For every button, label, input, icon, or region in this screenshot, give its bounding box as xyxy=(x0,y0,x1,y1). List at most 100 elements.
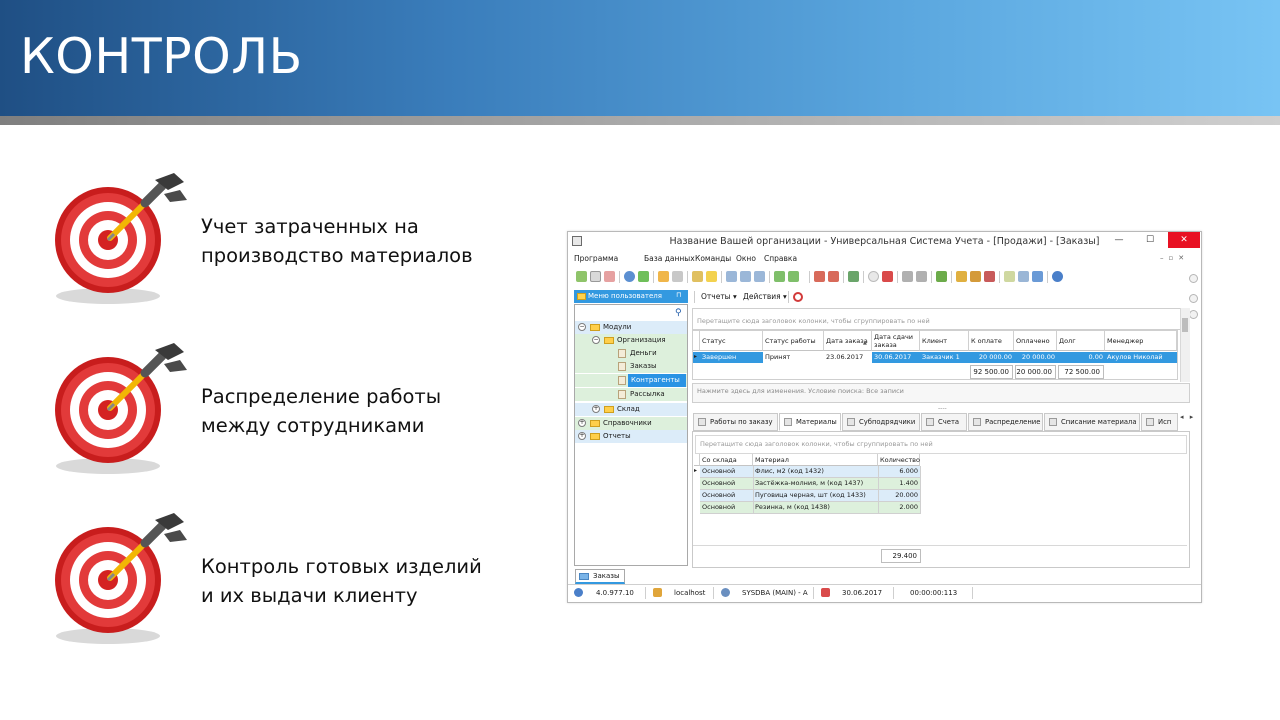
column-header[interactable]: Статус работы xyxy=(763,331,824,351)
settings-icon[interactable] xyxy=(916,271,927,282)
tree-item-money[interactable]: Деньги xyxy=(575,347,687,360)
window-icon[interactable] xyxy=(814,271,825,282)
row-indicator-icon: ▸ xyxy=(694,467,698,474)
expand-icon[interactable] xyxy=(726,271,737,282)
chart-icon[interactable] xyxy=(936,271,947,282)
title-underline xyxy=(0,116,1280,125)
calendar-red-icon[interactable] xyxy=(882,271,893,282)
list-icon[interactable] xyxy=(754,271,765,282)
new-icon[interactable] xyxy=(576,271,587,282)
presentation-slide: КОНТРОЛЬ Учет затраченных на производств… xyxy=(0,0,1280,720)
print-preview-icon[interactable] xyxy=(774,271,785,282)
tab-distribution[interactable]: Распределение xyxy=(968,413,1043,431)
tab-scroll-arrows[interactable]: ◂ ▸ xyxy=(1180,413,1195,421)
expand-icon[interactable]: + xyxy=(578,432,586,440)
maximize-button[interactable]: ☐ xyxy=(1135,232,1165,248)
refresh-icon[interactable] xyxy=(638,271,649,282)
note-icon[interactable] xyxy=(706,271,717,282)
tree-item-organization[interactable]: − Организация xyxy=(575,334,687,347)
group-by-panel[interactable]: Перетащите сюда заголовок колонки, чтобы… xyxy=(695,435,1187,454)
users-icon[interactable] xyxy=(970,271,981,282)
copy-icon[interactable] xyxy=(590,271,601,282)
tab-materials[interactable]: Материалы xyxy=(779,413,841,431)
scrollbar-thumb[interactable] xyxy=(1182,318,1188,332)
tree-item-orders[interactable]: Заказы xyxy=(575,360,687,373)
user-menu-header[interactable]: Меню пользователя xyxy=(574,290,688,303)
column-header[interactable]: Менеджер xyxy=(1105,331,1177,351)
mdi-window-controls[interactable]: –▫✕ xyxy=(1160,254,1189,262)
menu-help[interactable]: Справка xyxy=(764,254,797,263)
delete-icon[interactable] xyxy=(604,271,615,282)
column-header[interactable]: Оплачено xyxy=(1014,331,1057,351)
tab-more[interactable]: Исп xyxy=(1141,413,1178,431)
sub-toolbar: Отчеты ▾ Действия ▾ xyxy=(694,291,1194,303)
column-header[interactable]: Со склада xyxy=(700,454,753,466)
document-icon xyxy=(618,349,626,358)
menu-window[interactable]: Окно xyxy=(736,254,756,263)
search-icon[interactable]: ⚲ xyxy=(675,308,682,318)
minimize-button[interactable]: — xyxy=(1104,232,1134,248)
reports-dropdown[interactable]: Отчеты ▾ xyxy=(701,292,737,301)
menu-program[interactable]: Программа xyxy=(574,254,618,263)
menu-database[interactable]: База данных xyxy=(644,254,695,263)
expand-icon[interactable]: + xyxy=(592,405,600,413)
lock-icon[interactable] xyxy=(956,271,967,282)
link-icon[interactable] xyxy=(1032,271,1043,282)
table-cell: Заказчик 1 xyxy=(922,353,960,361)
info-icon[interactable] xyxy=(1052,271,1063,282)
tree-item-warehouse[interactable]: + Склад xyxy=(575,403,687,416)
status-date: 30.06.2017 xyxy=(842,589,883,597)
calendar-icon[interactable] xyxy=(828,271,839,282)
actions-dropdown[interactable]: Действия ▾ xyxy=(743,292,787,301)
column-header[interactable]: К оплате xyxy=(969,331,1014,351)
orders-grid: Статус Статус работы Дата заказа Дата сд… xyxy=(692,330,1178,380)
group-by-panel[interactable]: Перетащите сюда заголовок колонки, чтобы… xyxy=(692,308,1188,330)
column-header[interactable]: Дата сдачи заказа xyxy=(872,331,920,351)
panel-circle-icon[interactable] xyxy=(1189,274,1198,283)
tree-item-label: Рассылка xyxy=(630,390,665,398)
clock-icon[interactable] xyxy=(868,271,879,282)
column-header[interactable]: Материал xyxy=(753,454,878,466)
cancel-icon[interactable] xyxy=(793,292,803,302)
table-cell: 20.000 xyxy=(895,491,918,499)
group-icon[interactable] xyxy=(692,271,703,282)
tree-item-counterparties[interactable]: Контрагенты xyxy=(575,374,687,387)
expand-icon[interactable]: + xyxy=(578,419,586,427)
panel-circle-icon[interactable] xyxy=(1189,310,1198,319)
collapse-icon[interactable]: − xyxy=(592,336,600,344)
filter-clear-icon[interactable] xyxy=(672,271,683,282)
collapse-icon[interactable] xyxy=(740,271,751,282)
tab-subcontractors[interactable]: Субподрядчики xyxy=(842,413,920,431)
menu-bar: Программа База данных Команды Окно Справ… xyxy=(574,254,1199,266)
tab-material-writeoff[interactable]: Списание материала xyxy=(1044,413,1140,431)
search-icon[interactable] xyxy=(624,271,635,282)
tab-invoices[interactable]: Счета xyxy=(921,413,967,431)
table-cell: Акулов Николай xyxy=(1107,353,1163,361)
export-icon[interactable] xyxy=(788,271,799,282)
column-header[interactable]: Долг xyxy=(1057,331,1105,351)
tree-item-mailing[interactable]: Рассылка xyxy=(575,388,687,401)
tree-item-reports[interactable]: + Отчеты xyxy=(575,430,687,443)
main-toolbar xyxy=(574,270,1174,284)
close-button[interactable]: ✕ xyxy=(1168,232,1200,248)
tree-item-modules[interactable]: − Модули xyxy=(575,321,687,334)
filter-icon[interactable] xyxy=(658,271,669,282)
filter-bar[interactable]: Нажмите здесь для изменения. Условие пои… xyxy=(692,383,1190,403)
printer-icon[interactable] xyxy=(1018,271,1029,282)
document-icon xyxy=(618,362,626,371)
splitter-handle[interactable]: ---- xyxy=(938,405,947,412)
column-header[interactable]: Количество xyxy=(878,454,920,466)
exchange-icon[interactable] xyxy=(984,271,995,282)
book-icon[interactable] xyxy=(848,271,859,282)
tab-works[interactable]: Работы по заказу xyxy=(693,413,778,431)
pin-icon[interactable]: ⊓ xyxy=(676,291,681,299)
collapse-icon[interactable]: − xyxy=(578,323,586,331)
column-header[interactable]: Статус xyxy=(700,331,763,351)
menu-commands[interactable]: Команды xyxy=(695,254,731,263)
tools-icon[interactable] xyxy=(902,271,913,282)
table-cell: Основной xyxy=(702,479,736,487)
calculator-icon[interactable] xyxy=(1004,271,1015,282)
tree-item-references[interactable]: + Справочники xyxy=(575,417,687,430)
folder-icon xyxy=(604,406,614,413)
column-header[interactable]: Клиент xyxy=(920,331,969,351)
